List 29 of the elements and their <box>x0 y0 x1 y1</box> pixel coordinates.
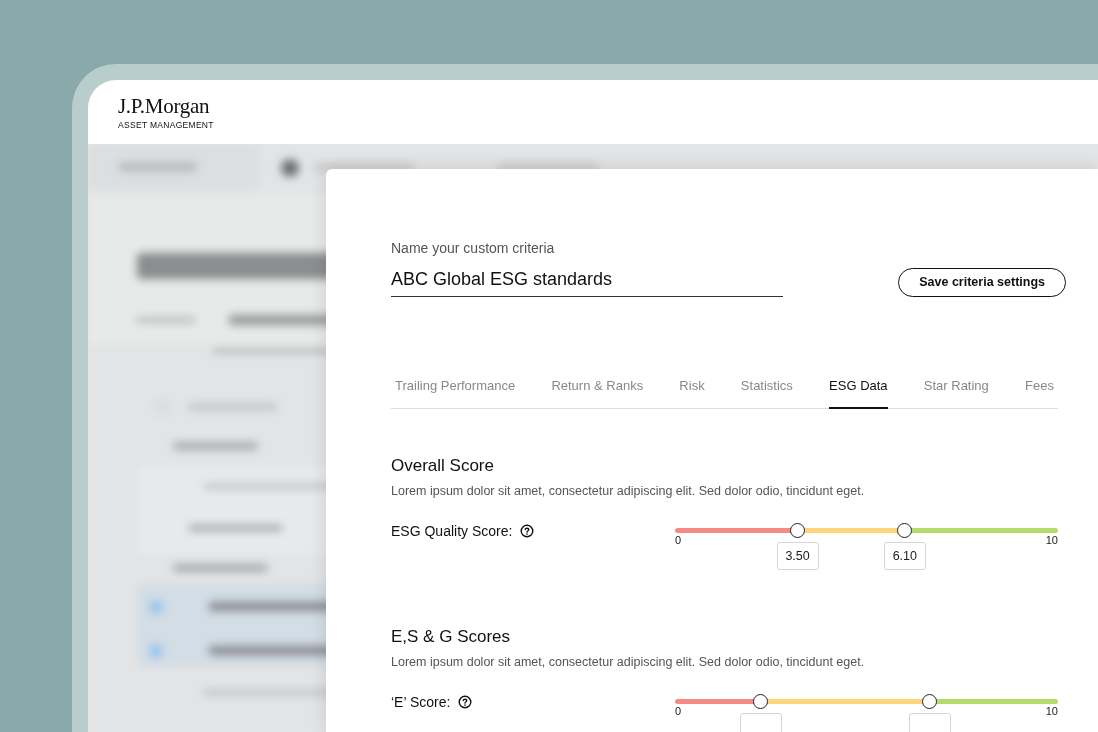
slider-thumb[interactable] <box>753 693 769 709</box>
section-title: E,S & G Scores <box>391 625 512 648</box>
slider-thumb[interactable] <box>896 522 912 538</box>
tab[interactable]: ESG Data <box>829 378 888 409</box>
tab[interactable]: Statistics <box>740 378 793 409</box>
slider-label: ‘E’ Score: <box>391 693 451 710</box>
logo-wordmark: J.P.Morgan <box>118 94 211 118</box>
tab[interactable]: Risk <box>679 378 705 409</box>
tab[interactable]: Star Rating <box>923 378 989 409</box>
tab[interactable]: Fees <box>1025 378 1054 409</box>
section-description: Lorem ipsum dolor sit amet, consectetur adipiscing elit. Sed dolor odio, tincidunt eget. <box>391 482 866 499</box>
scale-max-label: 10 <box>1045 533 1058 546</box>
scale-min-label: 0 <box>675 704 682 717</box>
tab[interactable]: Return & Ranks <box>551 378 644 409</box>
save-criteria-button[interactable]: Save criteria settings <box>898 267 1066 297</box>
section-description: Lorem ipsum dolor sit amet, consectetur adipiscing elit. Sed dolor odio, tincidunt eget. <box>391 653 866 670</box>
logo-subtitle: ASSET MANAGEMENT <box>118 120 214 130</box>
slider-label: ESG Quality Score: <box>391 522 513 539</box>
section-title: Overall Score <box>391 454 495 477</box>
help-icon[interactable] <box>458 694 473 709</box>
tab[interactable]: Trailing Performance <box>395 378 516 409</box>
help-icon[interactable] <box>520 523 535 538</box>
scale-max-label: 10 <box>1045 704 1058 717</box>
field-label: Name your custom criteria <box>391 239 556 257</box>
value-tooltip: 3.50 <box>776 541 819 570</box>
slider-thumb[interactable] <box>921 693 937 709</box>
scale-min-label: 0 <box>675 533 682 546</box>
value-tooltip: 6.10 <box>883 541 926 570</box>
slider-thumb[interactable] <box>789 522 805 538</box>
